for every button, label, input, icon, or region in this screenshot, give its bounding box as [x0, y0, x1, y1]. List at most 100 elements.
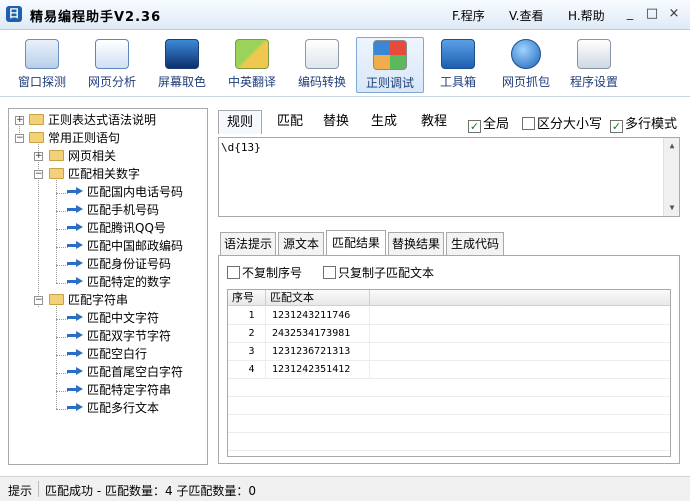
tool-webpage-analysis[interactable]: 网页分析: [78, 37, 146, 93]
arrow-right-icon: [67, 223, 83, 232]
tab-syntax-hint[interactable]: 语法提示: [220, 232, 276, 256]
tree-leaf[interactable]: 匹配双字节字符: [67, 327, 171, 345]
tree-leaf[interactable]: 匹配特定的数字: [67, 273, 171, 291]
tool-settings[interactable]: 程序设置: [560, 37, 628, 93]
tree-node-label: 匹配腾讯QQ号: [87, 221, 166, 235]
tree-node-numbers[interactable]: 匹配相关数字: [49, 165, 140, 183]
folder-icon: [29, 132, 44, 143]
tree-node-common[interactable]: 常用正则语句: [29, 129, 120, 147]
tree-node-label: 匹配空白行: [87, 347, 148, 361]
app-icon: 日: [6, 6, 22, 22]
checkbox-label: 区分大小写: [537, 117, 603, 132]
table-row[interactable]: 2 2432534173981: [228, 325, 670, 343]
arrow-right-icon: [67, 187, 83, 196]
tab-match[interactable]: 匹配: [270, 110, 310, 134]
tree-expander[interactable]: −: [15, 134, 24, 143]
row-match-text: 1231236721313: [266, 343, 370, 361]
webpage-analysis-icon: [95, 39, 129, 69]
tab-generate-code[interactable]: 生成代码: [446, 232, 504, 256]
tree-leaf[interactable]: 匹配中文字符: [67, 309, 159, 327]
minimize-button[interactable]: _: [620, 5, 640, 23]
tree-leaf[interactable]: 匹配多行文本: [67, 399, 159, 417]
encoding-convert-icon: [305, 39, 339, 69]
arrow-right-icon: [67, 259, 83, 268]
multiline-checkbox[interactable]: ✓ 多行模式: [610, 113, 677, 133]
tool-toolbox[interactable]: 工具箱: [424, 37, 492, 93]
tab-match-result[interactable]: 匹配结果: [326, 230, 386, 256]
tree-expander[interactable]: −: [34, 296, 43, 305]
tree-node-web[interactable]: 网页相关: [49, 147, 116, 165]
column-header-index[interactable]: 序号: [228, 290, 266, 306]
tool-regex-debug[interactable]: 正则调试: [356, 37, 424, 93]
close-button[interactable]: ×: [664, 5, 684, 23]
checkbox-label: 不复制序号: [242, 266, 303, 280]
tree-leaf[interactable]: 匹配中国邮政编码: [67, 237, 183, 255]
table-row[interactable]: 4 1231242351412: [228, 361, 670, 379]
tab-source-text[interactable]: 源文本: [278, 232, 324, 256]
tool-label: 工具箱: [439, 75, 476, 89]
scroll-up-icon[interactable]: ▲: [664, 138, 680, 154]
copy-submatch-only-checkbox[interactable]: 只复制子匹配文本: [323, 264, 434, 281]
menu-help[interactable]: H.帮助: [568, 7, 605, 24]
tool-window-probe[interactable]: 窗口探测: [8, 37, 76, 93]
tree-node-label: 匹配双字节字符: [87, 329, 172, 343]
vertical-scrollbar[interactable]: ▲ ▼: [663, 138, 679, 216]
tool-screen-color[interactable]: 屏幕取色: [148, 37, 216, 93]
tree-leaf[interactable]: 匹配身份证号码: [67, 255, 171, 273]
table-row[interactable]: 3 1231236721313: [228, 343, 670, 361]
tree-node-strings[interactable]: 匹配字符串: [49, 291, 128, 309]
row-index: 2: [228, 325, 266, 343]
arrow-right-icon: [67, 277, 83, 286]
menu-view[interactable]: V.查看: [509, 7, 543, 24]
tree-node-label: 匹配国内电话号码: [87, 185, 184, 199]
result-tabs: 语法提示 源文本 匹配结果 替换结果 生成代码: [218, 230, 680, 256]
table-row-empty: [228, 379, 670, 397]
tree-leaf[interactable]: 匹配腾讯QQ号: [67, 219, 166, 237]
global-checkbox[interactable]: ✓ 全局: [468, 113, 509, 133]
checkbox-checked-icon: ✓: [610, 120, 623, 133]
checkbox-unchecked-icon: [227, 266, 240, 279]
tree-node-syntax[interactable]: 正则表达式语法说明: [29, 111, 156, 129]
tab-replace[interactable]: 替换: [316, 110, 356, 134]
tree-leaf[interactable]: 匹配特定字符串: [67, 381, 171, 399]
regex-pattern-input[interactable]: \d{13} ▲ ▼: [218, 137, 680, 217]
row-match-text: 1231242351412: [266, 361, 370, 379]
window-title: 精易编程助手V2.36: [30, 10, 162, 25]
arrow-right-icon: [67, 367, 83, 376]
arrow-right-icon: [67, 349, 83, 358]
tab-replace-result[interactable]: 替换结果: [388, 232, 444, 256]
tool-label: 网页抓包: [501, 75, 550, 89]
tab-generate[interactable]: 生成: [364, 110, 404, 134]
tree-expander[interactable]: −: [34, 170, 43, 179]
tree-leaf[interactable]: 匹配空白行: [67, 345, 147, 363]
case-sensitive-checkbox[interactable]: 区分大小写: [522, 113, 602, 132]
column-header-match-text[interactable]: 匹配文本: [266, 290, 370, 306]
tree-expander[interactable]: +: [15, 116, 24, 125]
folder-icon: [49, 168, 64, 179]
tree-expander[interactable]: +: [34, 152, 43, 161]
tab-rule[interactable]: 规则: [218, 110, 262, 134]
match-results-table[interactable]: 序号 匹配文本 1 1231243211746 2 2432534173981 …: [227, 289, 671, 457]
tool-label: 程序设置: [569, 75, 618, 89]
no-copy-index-checkbox[interactable]: 不复制序号: [227, 264, 302, 281]
tool-label: 正则调试: [365, 76, 414, 90]
tree-node-label: 网页相关: [68, 149, 117, 163]
menu-program[interactable]: F.程序: [452, 7, 485, 24]
status-separator: [38, 481, 39, 497]
regex-library-tree[interactable]: + 正则表达式语法说明 − 常用正则语句 + 网页相关 − 匹配相关数字 匹配国…: [8, 108, 208, 465]
tool-label: 窗口探测: [17, 75, 66, 89]
table-row[interactable]: 1 1231243211746: [228, 307, 670, 325]
tab-tutorial[interactable]: 教程: [414, 110, 454, 134]
status-label: 提示: [8, 484, 33, 498]
tool-packet-capture[interactable]: 网页抓包: [492, 37, 560, 93]
scroll-down-icon[interactable]: ▼: [664, 200, 680, 216]
tool-translate[interactable]: 中英翻译: [218, 37, 286, 93]
tree-leaf[interactable]: 匹配国内电话号码: [67, 183, 183, 201]
tree-leaf[interactable]: 匹配首尾空白字符: [67, 363, 183, 381]
tree-leaf[interactable]: 匹配手机号码: [67, 201, 159, 219]
regex-debug-icon: [373, 40, 407, 70]
title-bar: 日 精易编程助手V2.36 F.程序 V.查看 H.帮助 _ □ ×: [0, 0, 690, 30]
maximize-button[interactable]: □: [642, 5, 662, 23]
tree-node-label: 匹配身份证号码: [87, 257, 172, 271]
tool-encoding[interactable]: 编码转换: [288, 37, 356, 93]
